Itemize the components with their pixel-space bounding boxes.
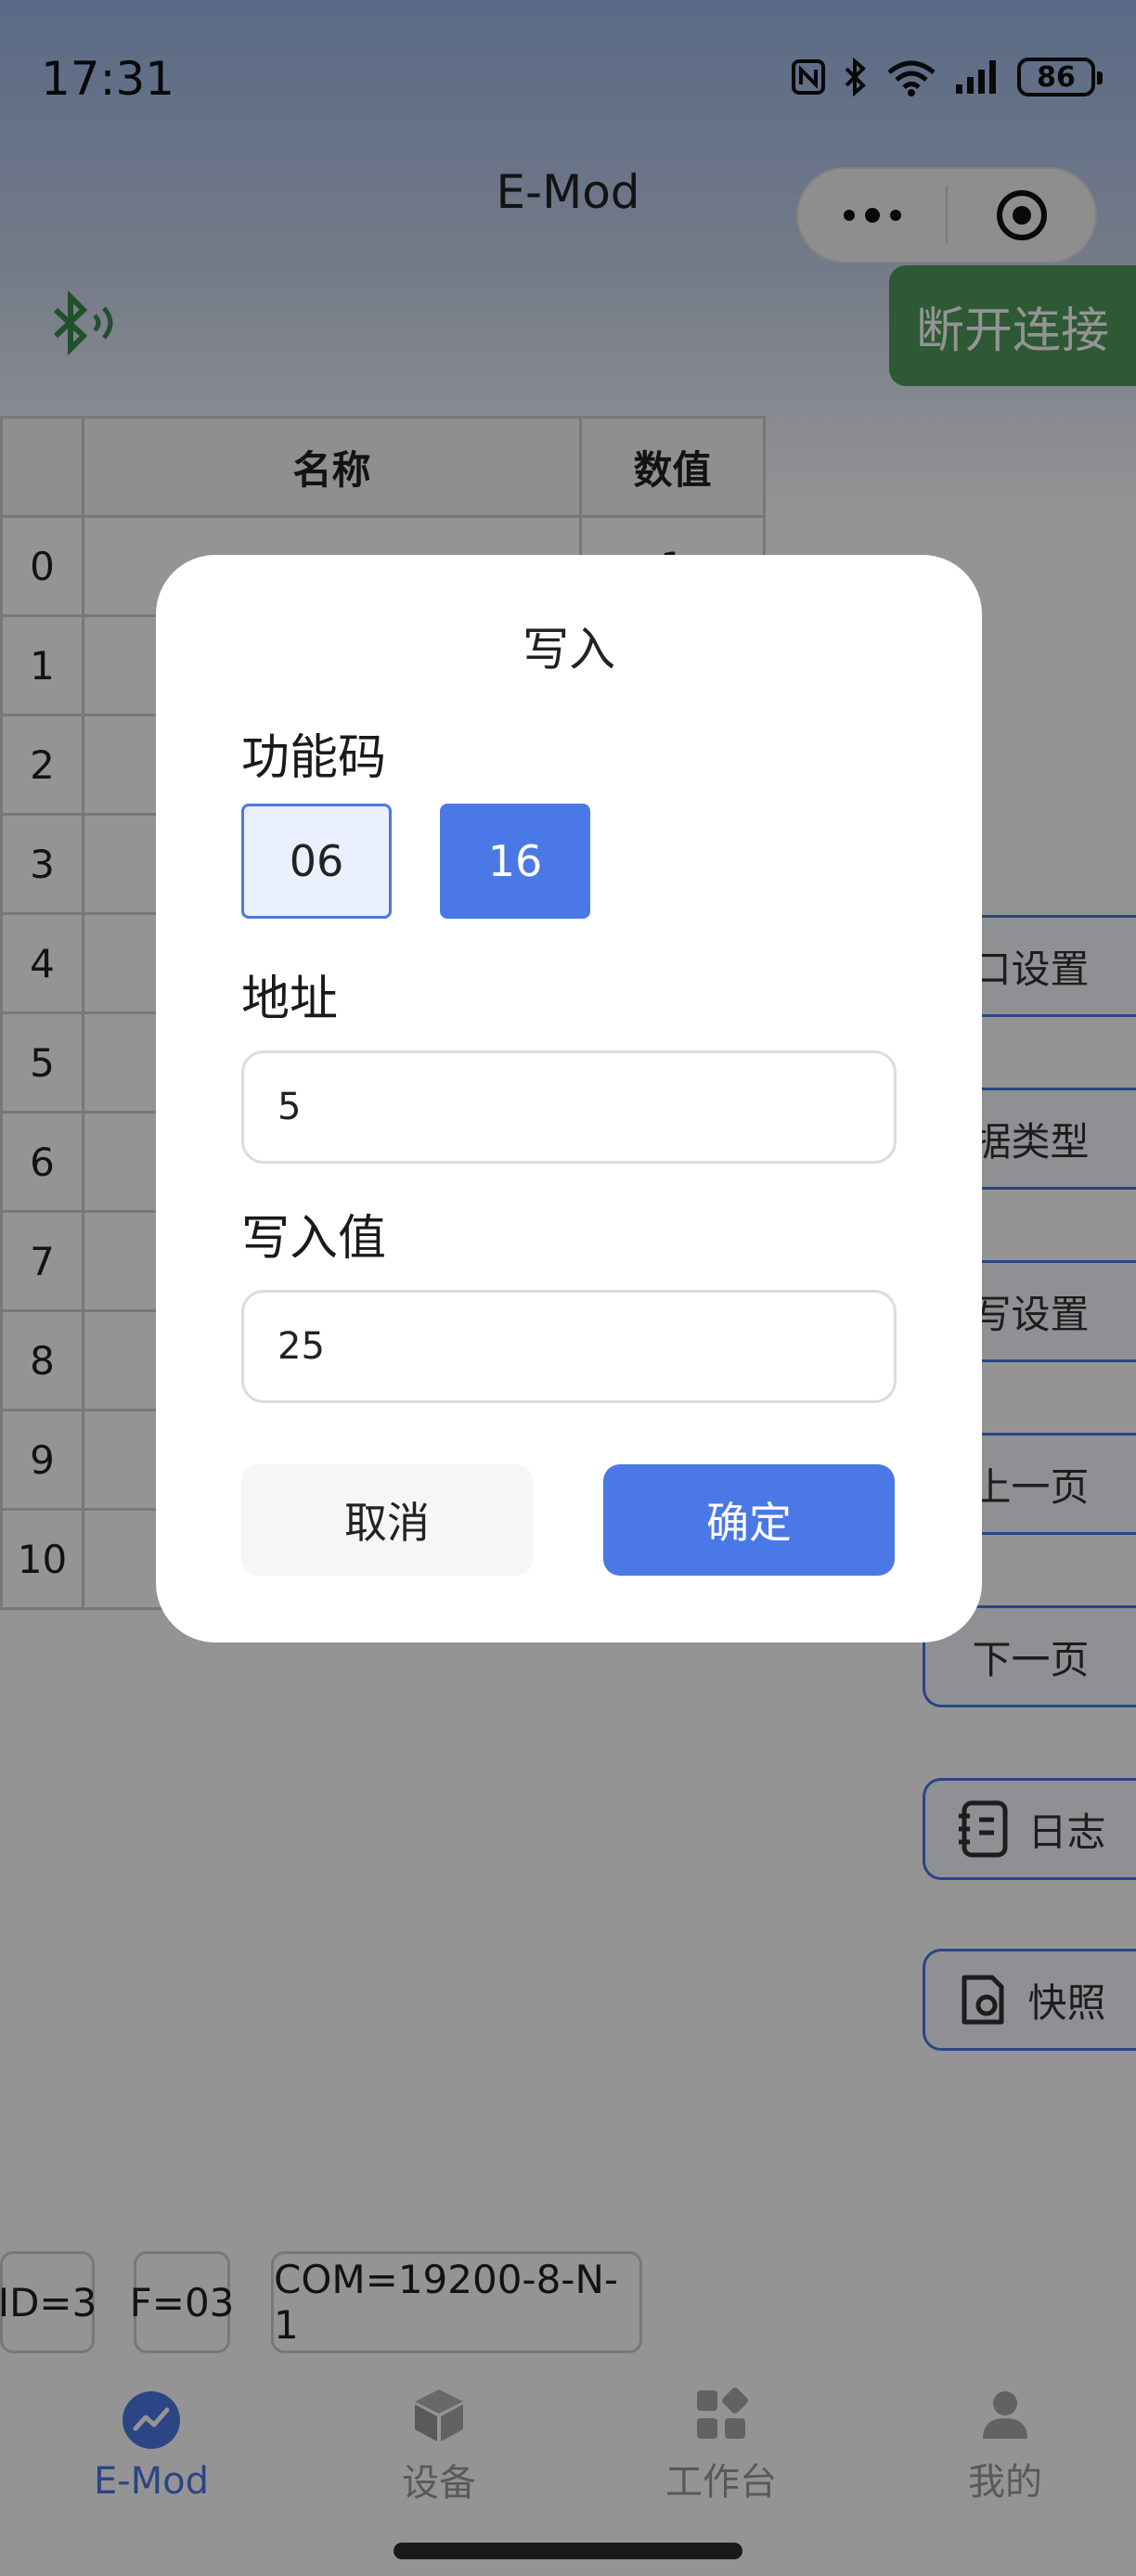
write-value-label: 写入值: [241, 1211, 387, 1267]
dialog-title: 写入: [523, 623, 615, 676]
write-value-input[interactable]: [241, 1290, 897, 1403]
cancel-button[interactable]: 取消: [241, 1464, 533, 1576]
address-label: 地址: [241, 972, 339, 1027]
write-dialog: 写入 功能码 06 16 地址 写入值 取消 确定: [156, 555, 982, 1642]
function-code-label: 功能码: [241, 730, 387, 786]
confirm-button[interactable]: 确定: [603, 1464, 895, 1576]
function-code-06-button[interactable]: 06: [241, 804, 392, 919]
home-indicator[interactable]: [394, 2543, 742, 2559]
function-code-16-button[interactable]: 16: [440, 804, 590, 919]
address-input[interactable]: [241, 1050, 897, 1164]
